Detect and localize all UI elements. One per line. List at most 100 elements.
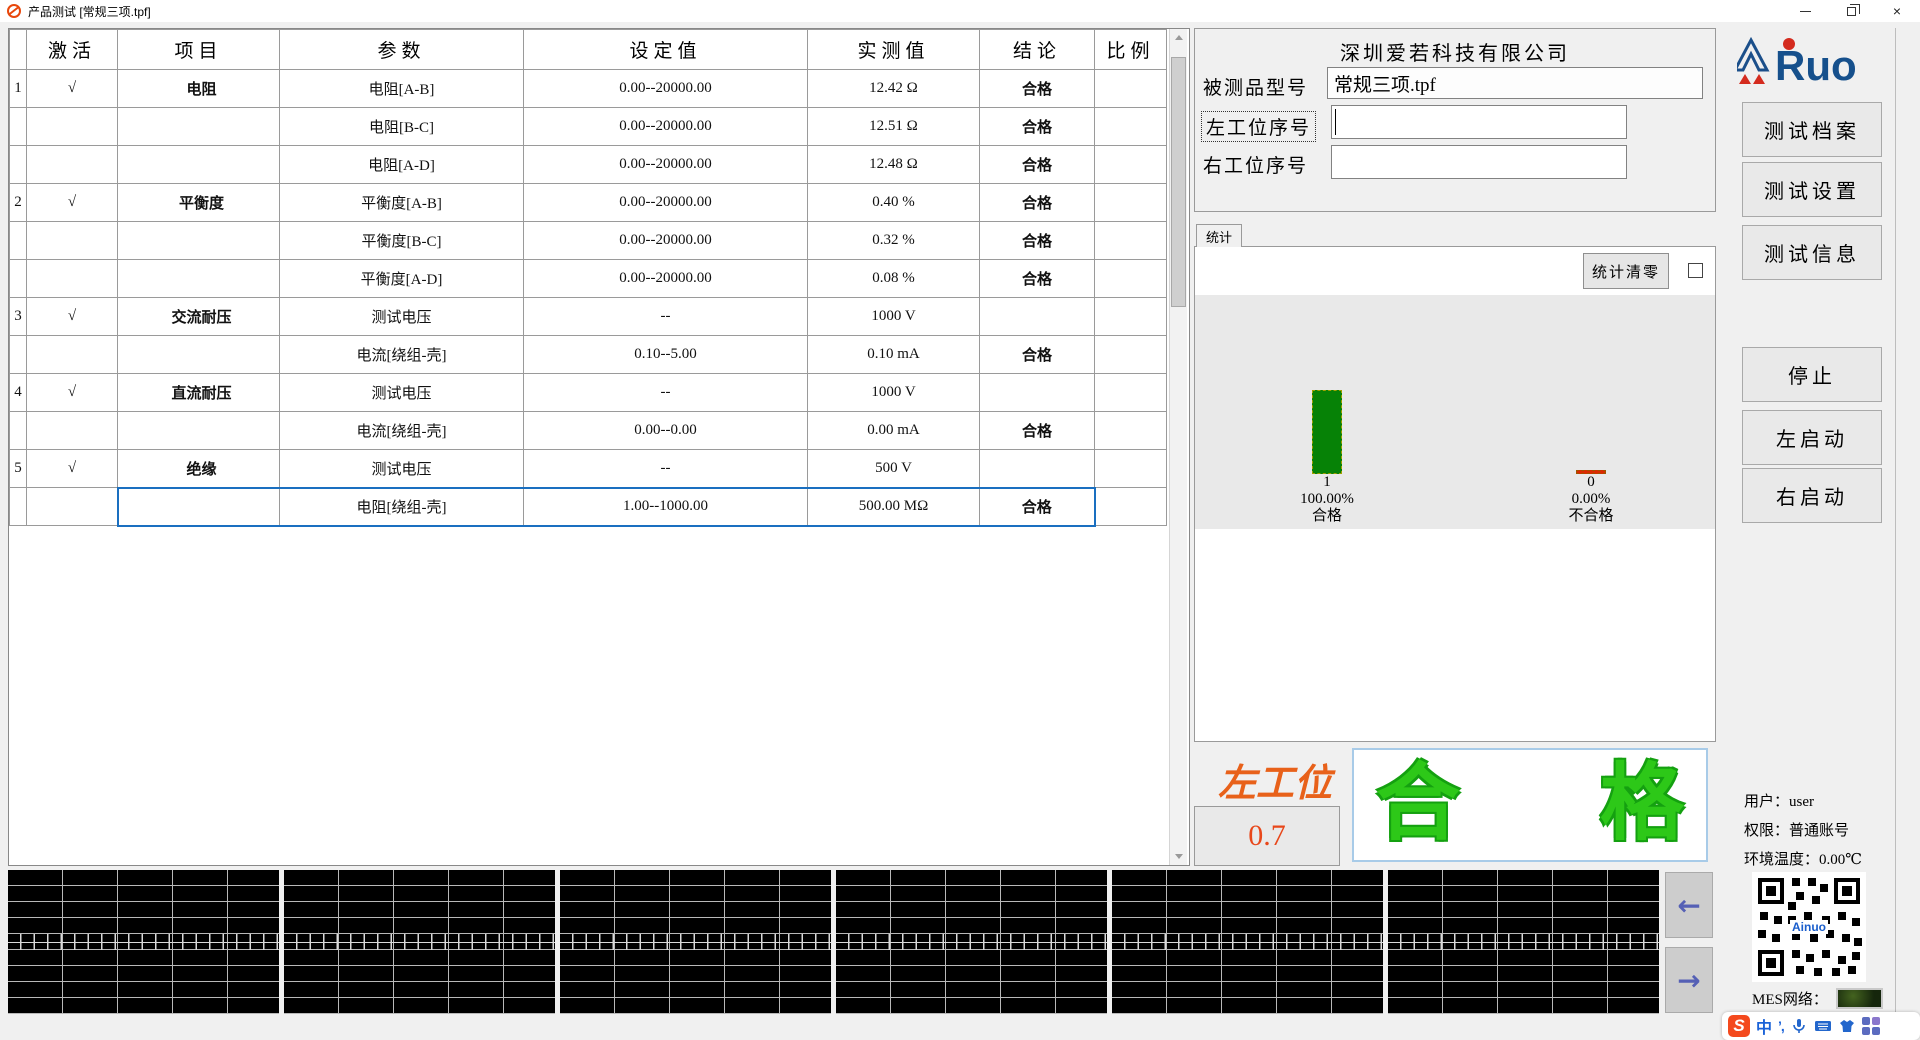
table-row[interactable]: 平衡度[B-C] 0.00--20000.00 0.32 % 合格	[9, 221, 1167, 260]
toolbox-icon[interactable]	[1861, 1017, 1880, 1035]
clear-statistics-button[interactable]: 统计清零	[1583, 253, 1669, 289]
table-row[interactable]: 电流[绕组-壳] 0.00--0.00 0.00 mA 合格	[9, 411, 1167, 450]
param-name: 电流[绕组-壳]	[279, 335, 524, 374]
row-number: 3	[9, 297, 27, 336]
punctuation-icon[interactable]: ’,	[1778, 1018, 1785, 1034]
right-arrow-icon: →	[1677, 963, 1701, 997]
set-value: 0.10--5.00	[523, 335, 808, 374]
activate-check[interactable]: √	[26, 69, 118, 108]
user-info: 用户：user 权限：普通账号 环境温度：0.00℃	[1744, 788, 1862, 875]
item-name: 平衡度	[117, 183, 280, 222]
result-value: 合格	[979, 145, 1095, 184]
activate-check[interactable]	[26, 487, 118, 526]
table-row[interactable]: 2 √ 平衡度 平衡度[A-B] 0.00--20000.00 0.40 % 合…	[9, 183, 1167, 222]
activate-check[interactable]: √	[26, 373, 118, 412]
logo-text: Ruo	[1775, 42, 1857, 89]
test-info-button[interactable]: 测试信息	[1742, 225, 1882, 280]
right-sn-input[interactable]	[1331, 145, 1627, 179]
header-ratio: 比例	[1094, 29, 1167, 70]
env-temp-value: 0.00℃	[1819, 852, 1863, 868]
set-value: 0.00--20000.00	[523, 107, 808, 146]
activate-check[interactable]	[26, 335, 118, 374]
tab-statistics[interactable]: 统计	[1196, 224, 1242, 247]
fail-bar-group: 0 0.00% 不合格	[1531, 386, 1651, 525]
result-value: 合格	[979, 107, 1095, 146]
scrollbar-thumb[interactable]	[1171, 57, 1186, 307]
result-value: 合格	[979, 259, 1095, 298]
qr-code: Ainuo	[1752, 872, 1866, 982]
table-row[interactable]: 3 √ 交流耐压 测试电压 -- 1000 V	[9, 297, 1167, 336]
waveform-panel-2	[284, 870, 555, 1014]
company-name: 深圳爱若科技有限公司	[1340, 43, 1570, 65]
waveform-prev-button[interactable]: ←	[1665, 872, 1713, 938]
activate-check[interactable]: √	[26, 297, 118, 336]
left-arrow-icon: ←	[1677, 888, 1701, 922]
minimize-button[interactable]	[1782, 0, 1828, 22]
set-value: 0.00--20000.00	[523, 259, 808, 298]
sogou-icon[interactable]: S	[1728, 1015, 1750, 1037]
left-start-button[interactable]: 左启动	[1742, 410, 1882, 465]
table-row[interactable]: 电流[绕组-壳] 0.10--5.00 0.10 mA 合格	[9, 335, 1167, 374]
scroll-down-icon[interactable]	[1170, 848, 1187, 865]
waveform-next-button[interactable]: →	[1665, 947, 1713, 1013]
language-mode-icon[interactable]: 中	[1756, 1014, 1772, 1038]
table-header-row: 激活 项目 参数 设定值 实测值 结论 比例	[9, 29, 1167, 70]
left-sn-label[interactable]: 左工位序号	[1201, 111, 1317, 142]
set-value: 0.00--20000.00	[523, 69, 808, 108]
table-row[interactable]: 平衡度[A-D] 0.00--20000.00 0.08 % 合格	[9, 259, 1167, 298]
activate-check[interactable]	[26, 411, 118, 450]
ime-toolbar[interactable]: S 中 ’,	[1722, 1012, 1920, 1040]
table-row[interactable]: 电阻[B-C] 0.00--20000.00 12.51 Ω 合格	[9, 107, 1167, 146]
waveform-panel-6	[1388, 870, 1659, 1014]
result-value: 合格	[979, 221, 1095, 260]
row-number	[9, 411, 27, 450]
activate-check[interactable]	[26, 221, 118, 260]
table-row[interactable]: 5 √ 绝缘 测试电压 -- 500 V	[9, 449, 1167, 488]
restore-icon	[1846, 3, 1860, 16]
header-param: 参数	[279, 29, 524, 70]
activate-check[interactable]	[26, 145, 118, 184]
table-row[interactable]: 电阻[绕组-壳] 1.00--1000.00 500.00 MΩ 合格	[9, 486, 1167, 527]
pass-count: 1	[1323, 474, 1331, 490]
waveform-panel-4	[836, 870, 1107, 1014]
param-name: 电阻[绕组-壳]	[279, 486, 524, 527]
app-icon	[7, 4, 21, 18]
result-value	[979, 297, 1095, 336]
skin-icon[interactable]	[1838, 1017, 1856, 1035]
keyboard-icon[interactable]	[1814, 1017, 1832, 1035]
pass-percent: 100.00%	[1300, 491, 1354, 507]
right-start-button[interactable]: 右启动	[1742, 468, 1882, 523]
row-number: 4	[9, 373, 27, 412]
test-archive-button[interactable]: 测试档案	[1742, 102, 1882, 157]
restore-button[interactable]	[1828, 0, 1874, 22]
item-name: 绝缘	[117, 449, 280, 488]
activate-check[interactable]: √	[26, 449, 118, 488]
table-row[interactable]: 1 √ 电阻 电阻[A-B] 0.00--20000.00 12.42 Ω 合格	[9, 69, 1167, 108]
left-sn-input[interactable]	[1331, 105, 1627, 139]
scroll-up-icon[interactable]	[1170, 29, 1187, 46]
close-button[interactable]: ×	[1874, 0, 1920, 22]
text-caret	[1335, 109, 1336, 135]
activate-check[interactable]	[26, 107, 118, 146]
table-scrollbar[interactable]	[1169, 29, 1187, 865]
row-number	[9, 107, 27, 146]
measured-value: 0.32 %	[807, 221, 980, 260]
waveform-panel-5	[1112, 870, 1383, 1014]
pass-category: 合格	[1311, 508, 1342, 524]
stop-button[interactable]: 停止	[1742, 347, 1882, 402]
param-name: 平衡度[A-B]	[279, 183, 524, 222]
microphone-icon[interactable]	[1790, 1017, 1808, 1035]
ratio-value	[1094, 221, 1167, 260]
activate-check[interactable]	[26, 259, 118, 298]
test-table: 激活 项目 参数 设定值 实测值 结论 比例 1 √ 电阻 电阻[A-B] 0.…	[9, 29, 1167, 527]
param-name: 电阻[B-C]	[279, 107, 524, 146]
statistics-checkbox[interactable]	[1688, 263, 1703, 278]
activate-check[interactable]: √	[26, 183, 118, 222]
model-input[interactable]	[1327, 67, 1703, 99]
item-name	[117, 411, 280, 450]
measured-value: 500 V	[807, 449, 980, 488]
table-row[interactable]: 电阻[A-D] 0.00--20000.00 12.48 Ω 合格	[9, 145, 1167, 184]
table-row[interactable]: 4 √ 直流耐压 测试电压 -- 1000 V	[9, 373, 1167, 412]
result-value	[979, 449, 1095, 488]
test-settings-button[interactable]: 测试设置	[1742, 162, 1882, 217]
